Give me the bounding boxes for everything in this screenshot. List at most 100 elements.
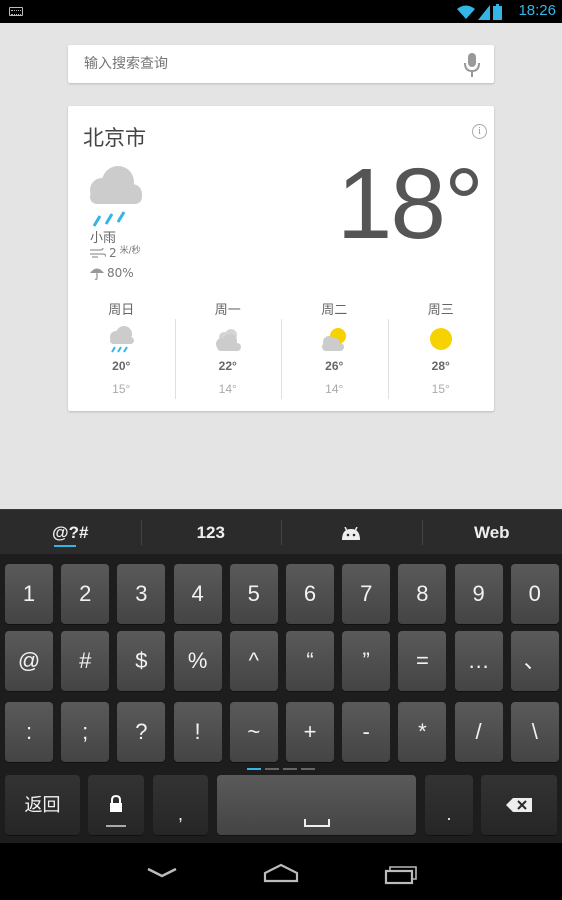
page-indicator	[247, 768, 315, 770]
key-3-4[interactable]: !	[173, 702, 222, 762]
android-icon	[342, 526, 361, 540]
lock-icon	[110, 794, 122, 812]
symbols-tab[interactable]: @?#	[0, 510, 141, 554]
recent-apps-icon[interactable]	[384, 861, 420, 885]
wind-icon	[90, 247, 106, 258]
keyboard-icon	[9, 7, 23, 16]
status-time: 18:26	[518, 2, 556, 19]
status-icons	[457, 3, 502, 20]
key-2-3[interactable]: $	[117, 631, 166, 691]
wifi-icon	[457, 5, 475, 19]
page-dot	[301, 768, 315, 770]
low-temp: 14°	[325, 382, 344, 396]
high-temp: 28°	[431, 359, 450, 373]
period-key[interactable]: .	[425, 775, 473, 835]
signal-icon	[478, 5, 490, 20]
microphone-icon[interactable]	[464, 53, 480, 77]
forecast-day[interactable]: 周二 26° 14°	[281, 299, 388, 399]
key-2-2[interactable]: #	[61, 631, 110, 691]
key-3-3[interactable]: ?	[117, 702, 166, 762]
home-icon[interactable]	[263, 861, 299, 885]
lock-key[interactable]	[88, 775, 144, 835]
backspace-icon	[506, 798, 532, 812]
key-2-9[interactable]: …	[454, 631, 503, 691]
page-dot	[247, 768, 261, 770]
emoji-tab[interactable]	[281, 510, 422, 554]
key-3-10[interactable]: \	[510, 702, 559, 762]
search-bar[interactable]	[68, 45, 494, 83]
page-dot	[283, 768, 297, 770]
back-key[interactable]: 返回	[5, 775, 80, 835]
web-tab[interactable]: Web	[421, 510, 562, 554]
high-temp: 22°	[218, 359, 237, 373]
home-screen: 北京市 i 18° 小雨 2米/秒 80%	[0, 23, 562, 509]
keyboard-mode-bar: @?# 123 Web	[0, 509, 562, 554]
rain-cloud-icon	[110, 326, 135, 353]
condition-text: 小雨	[90, 231, 117, 246]
key-2-7[interactable]: ”	[342, 631, 391, 691]
wind-unit: 米/秒	[119, 245, 141, 256]
city-name: 北京市	[83, 126, 146, 150]
weather-card[interactable]: 北京市 i 18° 小雨 2 米/秒 80% 周日 20° 15° 周一 22°…	[68, 106, 494, 411]
sun-icon	[429, 328, 452, 350]
forecast-day[interactable]: 周三 28° 15°	[387, 299, 495, 399]
lock-underline	[106, 825, 126, 827]
precipitation-value: 80%	[107, 266, 134, 280]
key-1-9[interactable]: 9	[454, 564, 503, 624]
key-1-6[interactable]: 6	[286, 564, 334, 624]
key-3-2[interactable]: ;	[61, 702, 110, 762]
forecast-day[interactable]: 周一 22° 14°	[174, 299, 282, 399]
day-name: 周日	[108, 303, 135, 318]
low-temp: 15°	[431, 382, 450, 396]
info-icon[interactable]: i	[472, 124, 487, 139]
battery-icon	[493, 4, 502, 20]
forecast-day[interactable]: 周日 20° 15°	[68, 299, 175, 399]
key-3-5[interactable]: ~	[229, 702, 278, 762]
key-1-7[interactable]: 7	[342, 564, 391, 624]
status-bar: 18:26	[0, 0, 562, 23]
page-dot	[265, 768, 279, 770]
soft-keyboard: @?# 123 Web 1 2 3 4 5 6 7 8 9 0 @ # $% ^ “” =…、:;?! ~ + - *…	[0, 509, 562, 843]
key-1-10[interactable]: 0	[510, 564, 559, 624]
delete-key[interactable]	[481, 775, 557, 835]
key-3-9[interactable]: /	[454, 702, 503, 762]
comma-key[interactable]: ,	[153, 775, 208, 835]
forecast: 周日 20° 15° 周一 22° 14° 周二 26° 14° 周三 28° …	[68, 299, 494, 399]
navigation-bar	[0, 843, 562, 900]
high-temp: 20°	[112, 359, 131, 373]
key-2-4[interactable]: %	[173, 631, 222, 691]
key-3-7[interactable]: -	[342, 702, 391, 762]
key-2-8[interactable]: =	[398, 631, 447, 691]
search-input[interactable]	[84, 45, 444, 83]
key-1-3[interactable]: 3	[117, 564, 166, 624]
numbers-tab[interactable]: 123	[140, 510, 282, 554]
wind-speed: 2	[109, 246, 117, 260]
key-3-1[interactable]: :	[5, 702, 53, 762]
back-chevron-icon[interactable]	[144, 861, 180, 885]
key-2-10[interactable]: 、	[510, 631, 559, 691]
key-3-6[interactable]: +	[286, 702, 334, 762]
key-3-8[interactable]: *	[398, 702, 447, 762]
rain-cloud-icon	[90, 166, 142, 227]
key-2-5[interactable]: ^	[229, 631, 278, 691]
key-1-8[interactable]: 8	[398, 564, 447, 624]
wind-info: 2 米/秒	[90, 246, 141, 260]
key-2-1[interactable]: @	[5, 631, 53, 691]
key-1-4[interactable]: 4	[173, 564, 222, 624]
day-name: 周一	[214, 303, 241, 318]
space-key[interactable]	[217, 775, 416, 835]
high-temp: 26°	[325, 359, 344, 373]
low-temp: 15°	[112, 382, 131, 396]
low-temp: 14°	[218, 382, 237, 396]
key-2-6[interactable]: “	[286, 631, 334, 691]
day-name: 周二	[321, 303, 348, 318]
day-name: 周三	[427, 303, 454, 318]
key-1-5[interactable]: 5	[229, 564, 278, 624]
key-1-2[interactable]: 2	[61, 564, 110, 624]
cloudy-icon	[215, 329, 241, 351]
current-temperature: 18°	[336, 148, 484, 260]
space-icon	[304, 819, 330, 827]
partly-sunny-icon	[322, 328, 347, 351]
umbrella-icon	[90, 268, 104, 280]
key-1-1[interactable]: 1	[5, 564, 53, 624]
